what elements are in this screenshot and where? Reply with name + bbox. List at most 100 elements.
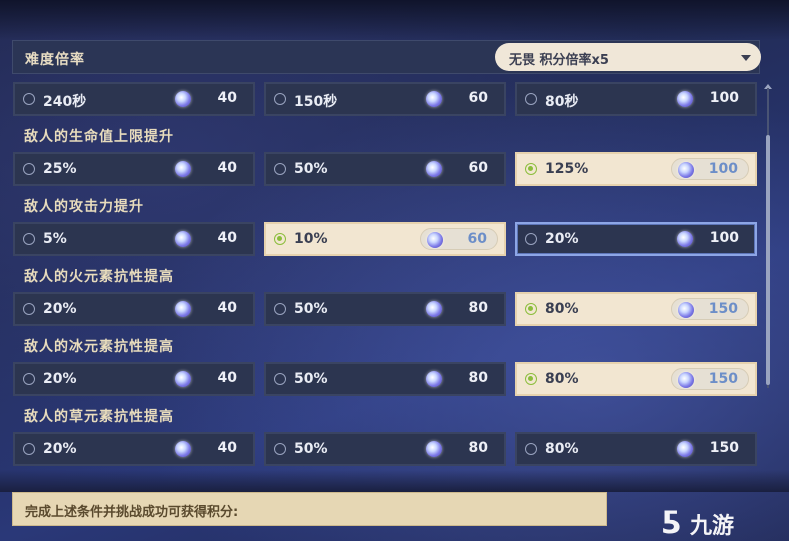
radio-icon	[23, 163, 35, 175]
condition-option[interactable]: 50% 80	[264, 362, 506, 396]
primogem-icon	[678, 162, 694, 178]
points-value: 40	[217, 90, 237, 106]
points-value: 40	[217, 370, 237, 386]
points-pill: 150	[671, 298, 749, 320]
primogem-icon	[427, 232, 443, 248]
points-pill: 100	[671, 88, 749, 110]
condition-label: 敌人的冰元素抗性提高	[24, 339, 174, 355]
top-fade	[0, 0, 789, 40]
radio-icon	[274, 443, 286, 455]
condition-option[interactable]: 80秒 100	[515, 82, 757, 116]
points-value: 150	[708, 371, 738, 387]
radio-icon	[274, 163, 286, 175]
points-value: 60	[468, 90, 488, 106]
condition-option[interactable]: 20% 100	[515, 222, 757, 256]
reward-footer: 完成上述条件并挑战成功可获得积分:	[12, 492, 607, 526]
option-label: 5%	[43, 231, 67, 247]
condition-option[interactable]: 50% 80	[264, 292, 506, 326]
condition-label: 敌人的草元素抗性提高	[24, 409, 174, 425]
condition-label: 敌人的生命值上限提升	[24, 129, 174, 145]
radio-icon	[525, 93, 537, 105]
condition-option[interactable]: 25% 40	[13, 152, 255, 186]
primogem-icon	[677, 231, 693, 247]
condition-option[interactable]: 50% 80	[264, 432, 506, 466]
option-label: 25%	[43, 161, 77, 177]
bottom-fade	[0, 470, 789, 492]
points-value: 60	[468, 160, 488, 176]
option-label: 50%	[294, 441, 328, 457]
radio-icon	[525, 163, 537, 175]
option-label: 20%	[43, 301, 77, 317]
points-value: 100	[708, 161, 738, 177]
radio-icon	[525, 303, 537, 315]
condition-label: 敌人的攻击力提升	[24, 199, 144, 215]
option-label: 80%	[545, 441, 579, 457]
radio-icon	[525, 373, 537, 385]
option-label: 50%	[294, 371, 328, 387]
condition-option[interactable]: 80% 150	[515, 292, 757, 326]
points-pill: 40	[169, 88, 247, 110]
points-pill: 60	[420, 88, 498, 110]
points-pill: 100	[671, 158, 749, 180]
primogem-icon	[426, 91, 442, 107]
option-label: 80%	[545, 301, 579, 317]
points-value: 40	[217, 160, 237, 176]
points-value: 150	[709, 440, 739, 456]
radio-icon	[525, 443, 537, 455]
points-value: 40	[217, 230, 237, 246]
points-pill: 150	[671, 438, 749, 460]
chevron-down-icon	[741, 55, 751, 61]
radio-icon	[525, 233, 537, 245]
radio-icon	[274, 93, 286, 105]
condition-option[interactable]: 80% 150	[515, 362, 757, 396]
watermark-mark-icon: ƽ	[662, 500, 682, 535]
radio-icon	[23, 93, 35, 105]
primogem-icon	[678, 372, 694, 388]
radio-icon	[274, 233, 286, 245]
condition-option[interactable]: 20% 40	[13, 362, 255, 396]
condition-option[interactable]: 5% 40	[13, 222, 255, 256]
primogem-icon	[426, 371, 442, 387]
condition-option[interactable]: 20% 40	[13, 432, 255, 466]
points-value: 80	[468, 300, 488, 316]
watermark-text: 九游	[690, 514, 735, 539]
points-value: 40	[217, 440, 237, 456]
condition-option[interactable]: 50% 60	[264, 152, 506, 186]
difficulty-dropdown[interactable]: 无畏 积分倍率x5	[495, 43, 761, 71]
radio-icon	[23, 303, 35, 315]
radio-icon	[274, 373, 286, 385]
primogem-icon	[175, 91, 191, 107]
primogem-icon	[175, 161, 191, 177]
points-pill: 150	[671, 368, 749, 390]
scrollbar-thumb[interactable]	[766, 135, 770, 385]
points-value: 100	[709, 230, 739, 246]
points-pill: 60	[420, 158, 498, 180]
points-pill: 60	[420, 228, 498, 250]
option-label: 20%	[545, 231, 579, 247]
condition-option[interactable]: 240秒 40	[13, 82, 255, 116]
points-value: 80	[468, 370, 488, 386]
points-pill: 80	[420, 368, 498, 390]
points-pill: 40	[169, 368, 247, 390]
condition-option[interactable]: 20% 40	[13, 292, 255, 326]
condition-option[interactable]: 150秒 60	[264, 82, 506, 116]
points-pill: 40	[169, 438, 247, 460]
radio-icon	[23, 443, 35, 455]
option-label: 80%	[545, 371, 579, 387]
condition-option[interactable]: 80% 150	[515, 432, 757, 466]
primogem-icon	[678, 302, 694, 318]
primogem-icon	[175, 231, 191, 247]
difficulty-dropdown-value: 无畏 积分倍率x5	[509, 53, 609, 68]
primogem-icon	[426, 441, 442, 457]
condition-option[interactable]: 10% 60	[264, 222, 506, 256]
primogem-icon	[426, 161, 442, 177]
option-label: 150秒	[294, 94, 338, 110]
primogem-icon	[175, 301, 191, 317]
condition-option[interactable]: 125% 100	[515, 152, 757, 186]
option-label: 240秒	[43, 94, 87, 110]
points-pill: 100	[671, 228, 749, 250]
points-value: 80	[468, 440, 488, 456]
points-value: 40	[217, 300, 237, 316]
option-label: 50%	[294, 161, 328, 177]
points-pill: 80	[420, 298, 498, 320]
